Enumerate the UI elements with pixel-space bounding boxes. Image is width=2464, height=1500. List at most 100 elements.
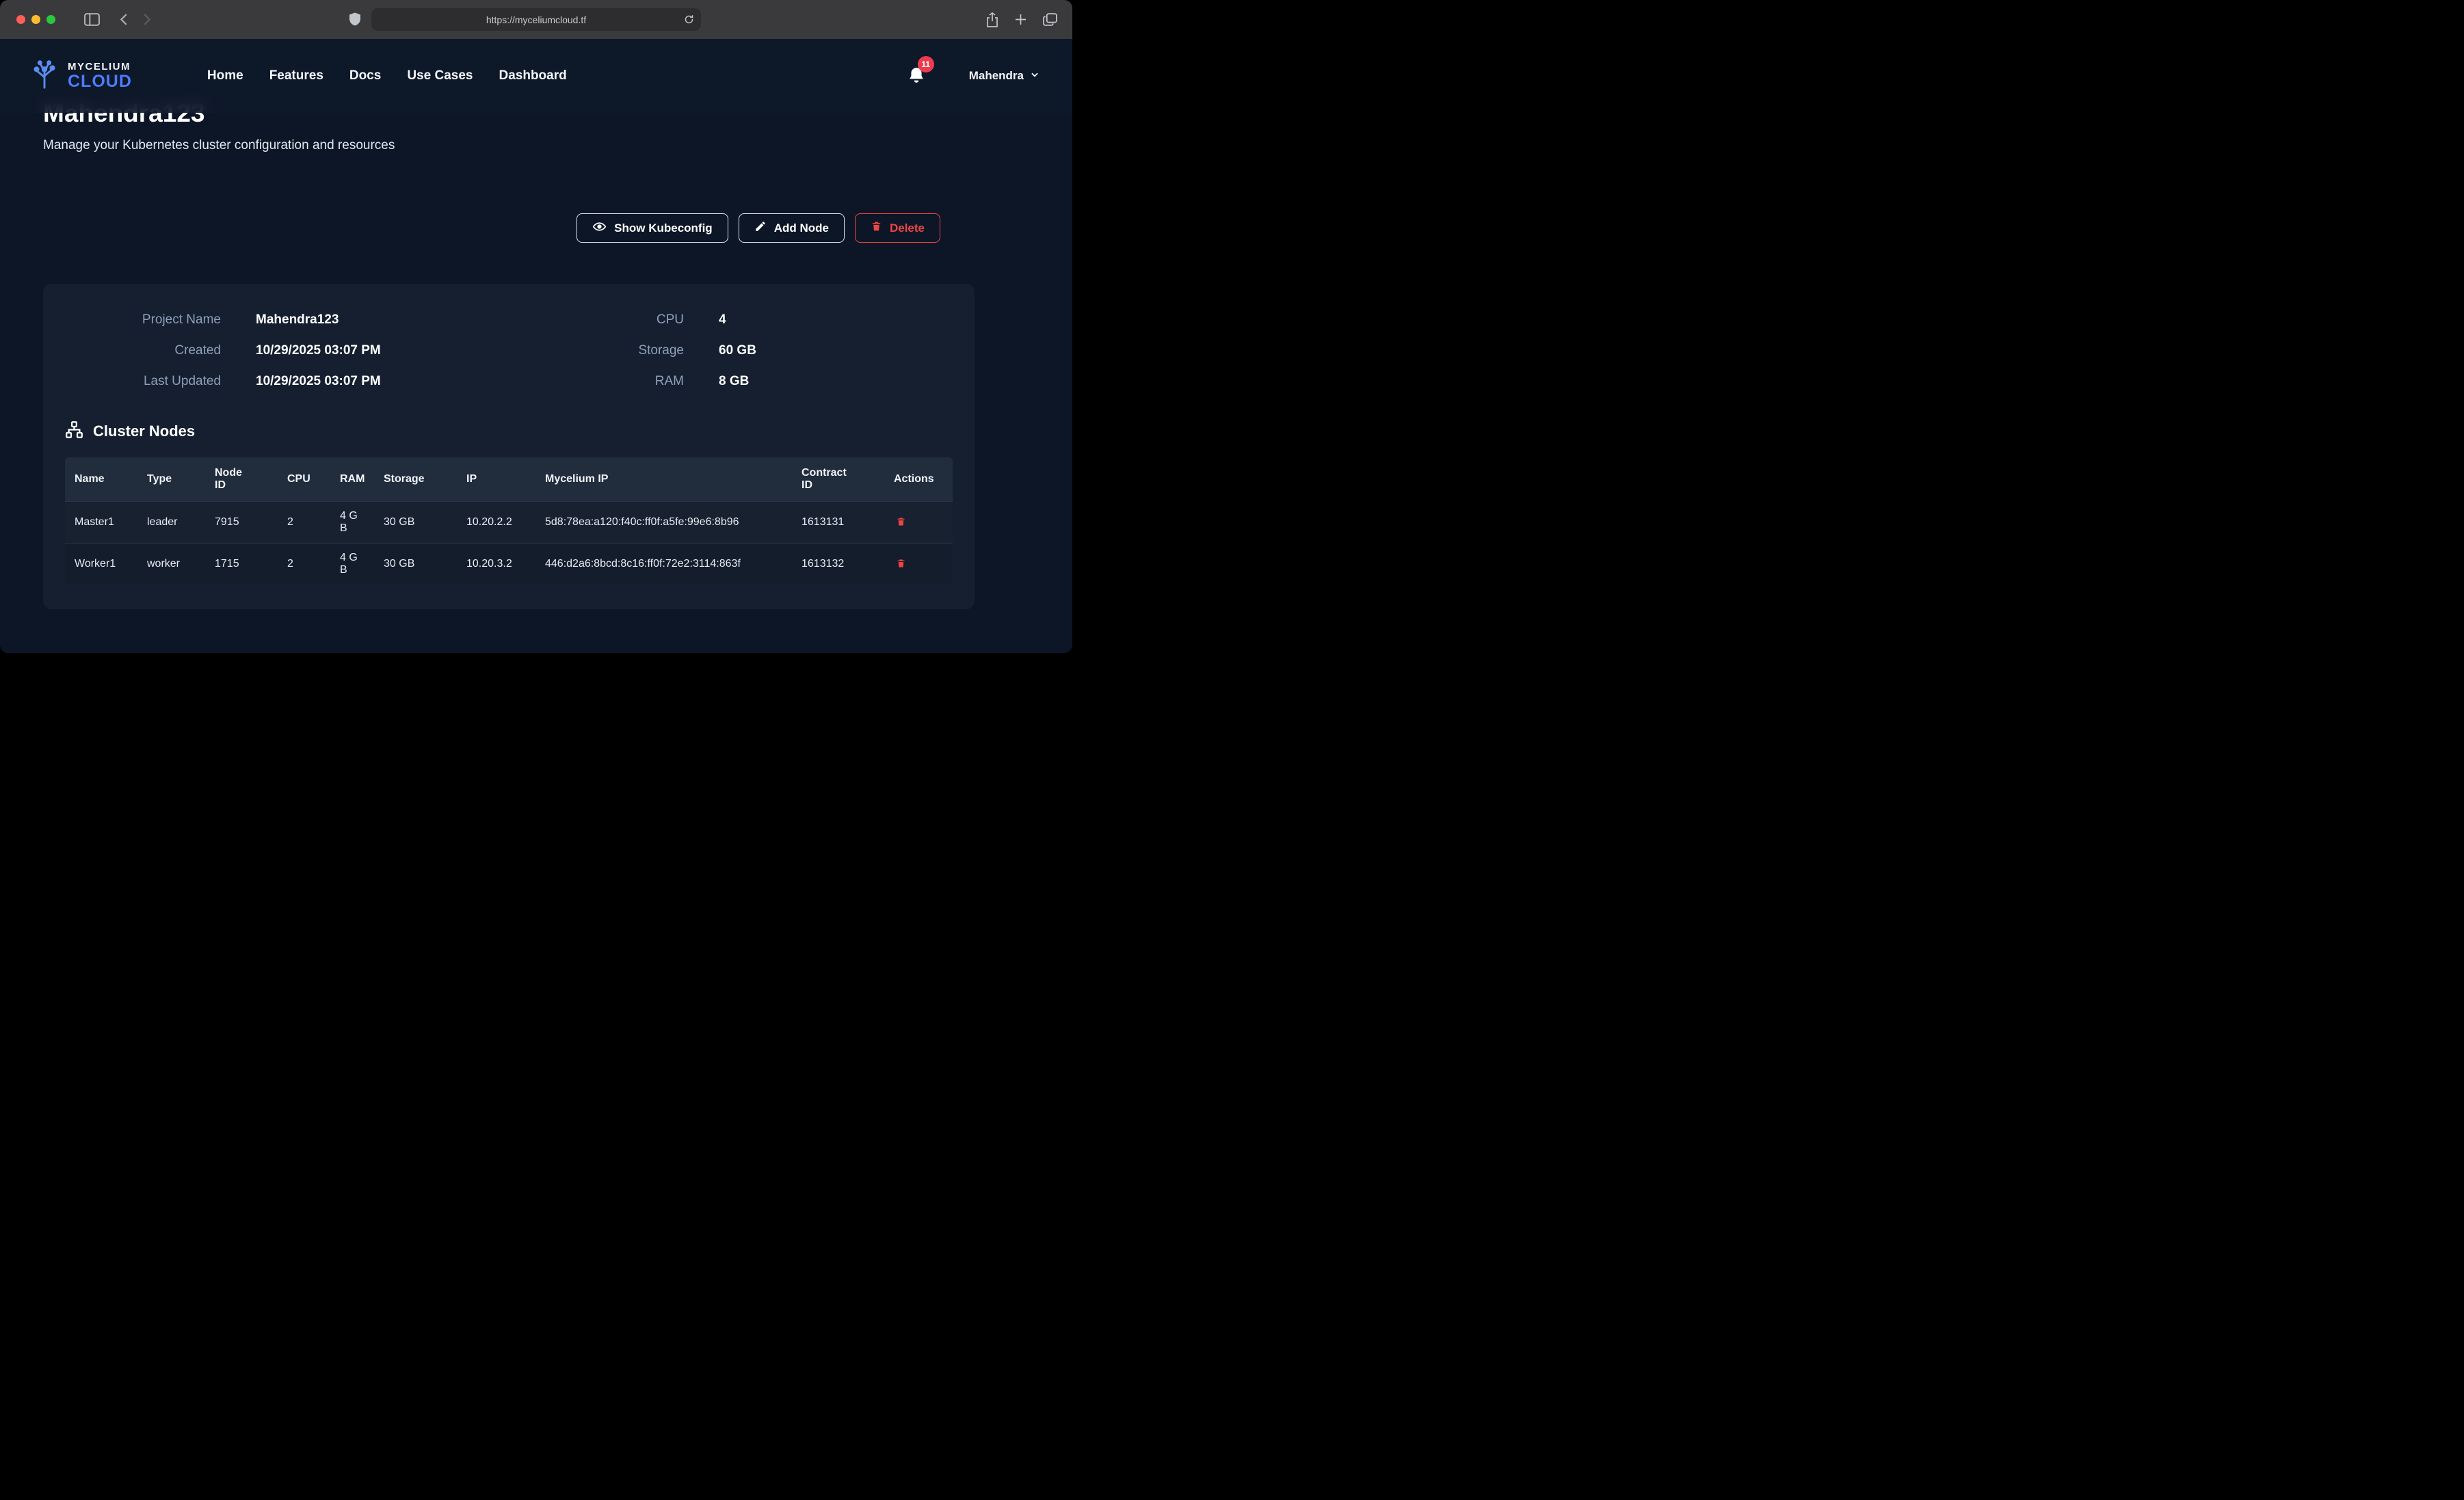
- col-cpu: CPU: [278, 457, 330, 502]
- cell-ram: 4 GB: [330, 502, 374, 544]
- cell-type: worker: [137, 544, 205, 585]
- user-name: Mahendra: [969, 69, 1024, 83]
- field-label: CPU: [509, 312, 684, 327]
- col-ram: RAM: [330, 457, 374, 502]
- delete-node-button[interactable]: [894, 556, 908, 573]
- add-node-label: Add Node: [774, 222, 829, 235]
- cell-node-id: 7915: [205, 502, 278, 544]
- nav-item-home[interactable]: Home: [207, 68, 243, 83]
- cell-ip: 10.20.3.2: [457, 544, 535, 585]
- cell-storage: 30 GB: [374, 544, 457, 585]
- brand-top: MYCELIUM: [68, 62, 132, 72]
- brand-logo[interactable]: MYCELIUM CLOUD: [29, 59, 132, 94]
- nav-item-features[interactable]: Features: [269, 68, 323, 83]
- minimize-window-button[interactable]: [31, 15, 40, 24]
- cluster-nodes-header: Cluster Nodes: [65, 420, 953, 442]
- nav-item-docs[interactable]: Docs: [349, 68, 381, 83]
- cell-name: Master1: [65, 502, 137, 544]
- field-label: Storage: [509, 343, 684, 358]
- field-label: Project Name: [65, 312, 221, 327]
- brand-text: MYCELIUM CLOUD: [68, 62, 132, 90]
- field-value: 10/29/2025 03:07 PM: [256, 343, 509, 358]
- cell-node-id: 1715: [205, 544, 278, 585]
- cell-name: Worker1: [65, 544, 137, 585]
- cell-mycelium-ip: 5d8:78ea:a120:f40c:ff0f:a5fe:99e6:8b96: [535, 502, 792, 544]
- page-subtitle: Manage your Kubernetes cluster configura…: [43, 138, 975, 153]
- privacy-shield-icon: [349, 12, 360, 29]
- table-row: Worker1 worker 1715 2 4 GB 30 GB 10.20.3…: [65, 544, 953, 585]
- navbar-right: 11 Mahendra: [908, 66, 1044, 86]
- url-text: https://myceliumcloud.tf: [486, 14, 586, 25]
- cell-storage: 30 GB: [374, 502, 457, 544]
- page-viewport: Mahendra123 Manage your Kubernetes clust…: [0, 39, 1072, 653]
- field-value: Mahendra123: [256, 312, 509, 327]
- sidebar-toggle-icon[interactable]: [84, 13, 100, 26]
- col-node-id: Node ID: [205, 457, 278, 502]
- browser-chrome: https://myceliumcloud.tf: [0, 0, 1072, 39]
- address-bar[interactable]: https://myceliumcloud.tf: [371, 8, 701, 31]
- col-mycelium-ip: Mycelium IP: [535, 457, 792, 502]
- reload-icon[interactable]: [684, 14, 694, 27]
- site-navbar: MYCELIUM CLOUD Home Features Docs Use Ca…: [0, 39, 1072, 113]
- cell-actions: [884, 544, 953, 585]
- cell-actions: [884, 502, 953, 544]
- new-tab-icon[interactable]: [1015, 14, 1026, 25]
- eye-icon: [592, 219, 607, 237]
- close-window-button[interactable]: [16, 15, 25, 24]
- traffic-lights: [16, 15, 55, 24]
- brand-bottom: CLOUD: [68, 73, 132, 90]
- summary-left-column: Project Name Mahendra123 Created 10/29/2…: [65, 312, 509, 389]
- tab-overview-icon[interactable]: [1043, 13, 1057, 26]
- cell-contract-id: 1613131: [792, 502, 884, 544]
- nodes-table: Name Type Node ID CPU RAM Storage IP Myc…: [65, 457, 953, 585]
- col-actions: Actions: [884, 457, 953, 502]
- section-title: Cluster Nodes: [93, 423, 195, 440]
- col-name: Name: [65, 457, 137, 502]
- field-label: Created: [65, 343, 221, 358]
- nav-item-use-cases[interactable]: Use Cases: [407, 68, 473, 83]
- summary-right-column: CPU 4 Storage 60 GB RAM 8 GB: [509, 312, 953, 389]
- col-ip: IP: [457, 457, 535, 502]
- delete-cluster-button[interactable]: Delete: [855, 213, 940, 243]
- field-value: 4: [719, 312, 953, 327]
- field-value: 10/29/2025 03:07 PM: [256, 374, 509, 389]
- delete-node-button[interactable]: [894, 514, 908, 531]
- zoom-window-button[interactable]: [47, 15, 55, 24]
- nav-links: Home Features Docs Use Cases Dashboard: [207, 68, 567, 83]
- browser-window: https://myceliumcloud.tf Mahendra123 Man…: [0, 0, 1072, 653]
- field-value: 60 GB: [719, 343, 953, 358]
- notification-badge: 11: [918, 56, 934, 72]
- forward-icon[interactable]: [143, 13, 152, 26]
- main-content: Mahendra123 Manage your Kubernetes clust…: [0, 39, 1072, 653]
- cell-cpu: 2: [278, 544, 330, 585]
- show-kubeconfig-label: Show Kubeconfig: [614, 222, 713, 235]
- cell-ip: 10.20.2.2: [457, 502, 535, 544]
- field-value: 8 GB: [719, 374, 953, 389]
- trash-icon: [871, 220, 882, 236]
- chrome-right-controls: [986, 0, 1057, 39]
- bell-icon: [908, 76, 925, 86]
- pencil-icon: [754, 220, 767, 236]
- notifications-button[interactable]: 11: [908, 66, 925, 86]
- share-icon[interactable]: [986, 12, 998, 27]
- cell-contract-id: 1613132: [792, 544, 884, 585]
- table-row: Master1 leader 7915 2 4 GB 30 GB 10.20.2…: [65, 502, 953, 544]
- cluster-summary: Project Name Mahendra123 Created 10/29/2…: [65, 312, 953, 389]
- col-contract-id: Contract ID: [792, 457, 884, 502]
- cell-cpu: 2: [278, 502, 330, 544]
- table-header-row: Name Type Node ID CPU RAM Storage IP Myc…: [65, 457, 953, 502]
- delete-label: Delete: [890, 222, 925, 235]
- field-label: RAM: [509, 374, 684, 389]
- back-icon[interactable]: [119, 13, 128, 26]
- sitemap-icon: [65, 420, 83, 442]
- nav-item-dashboard[interactable]: Dashboard: [499, 68, 566, 83]
- cell-mycelium-ip: 446:d2a6:8bcd:8c16:ff0f:72e2:3114:863f: [535, 544, 792, 585]
- field-label: Last Updated: [65, 374, 221, 389]
- user-menu[interactable]: Mahendra: [965, 68, 1044, 83]
- cluster-details-card: Project Name Mahendra123 Created 10/29/2…: [43, 284, 975, 609]
- col-storage: Storage: [374, 457, 457, 502]
- cluster-actions: Show Kubeconfig Add Node Delete: [43, 213, 940, 243]
- show-kubeconfig-button[interactable]: Show Kubeconfig: [577, 213, 728, 243]
- col-type: Type: [137, 457, 205, 502]
- add-node-button[interactable]: Add Node: [739, 213, 845, 243]
